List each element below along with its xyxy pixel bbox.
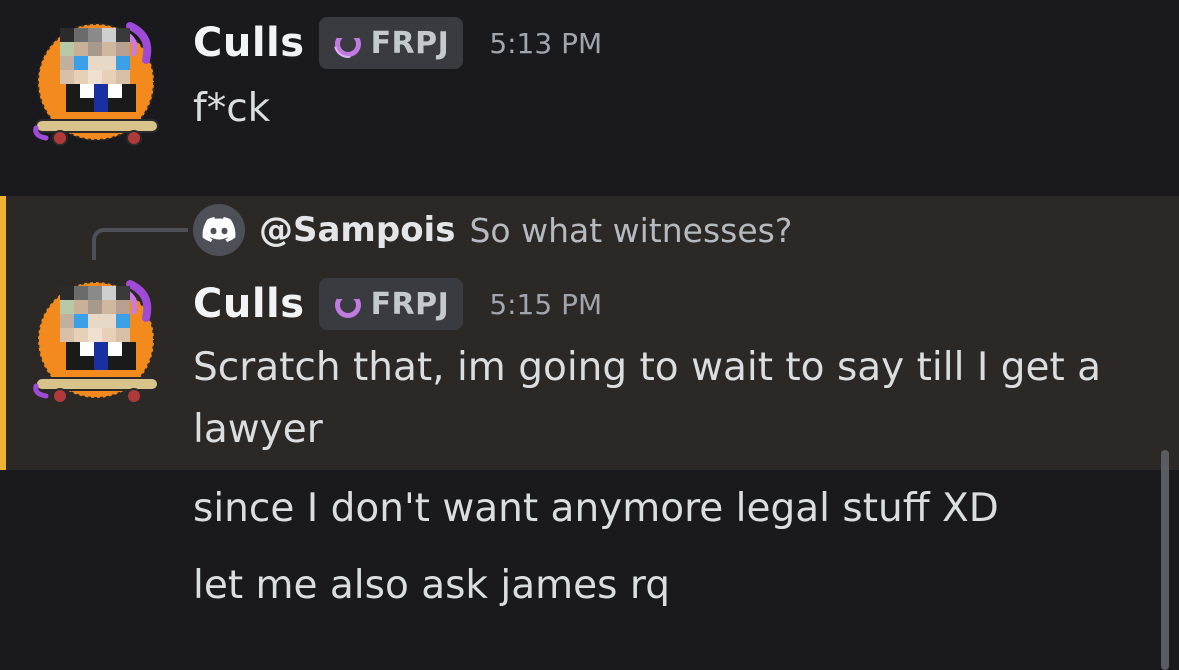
avatar[interactable]: [30, 278, 162, 410]
username[interactable]: Culls: [193, 281, 305, 327]
username[interactable]: Culls: [193, 20, 305, 66]
discord-logo-icon: [193, 204, 245, 256]
timestamp[interactable]: 5:13 PM: [489, 27, 602, 60]
scrollbar[interactable]: [1161, 450, 1169, 670]
reply-preview[interactable]: @Sampois So what witnesses?: [193, 202, 792, 258]
server-tag-label: FRPJ: [370, 286, 450, 322]
message-header: Culls FRPJ 5:15 PM: [193, 276, 602, 332]
reply-connector-line: [92, 228, 188, 260]
avatar[interactable]: [30, 20, 162, 152]
server-tag-label: FRPJ: [370, 25, 450, 61]
moon-icon: [334, 290, 361, 318]
message-group: Culls FRPJ 5:13 PM f*ck: [0, 0, 1179, 196]
mention-highlight-bar: [0, 196, 6, 470]
message-text[interactable]: let me also ask james rq: [193, 555, 1133, 617]
message-text[interactable]: Scratch that, im going to wait to say ti…: [193, 337, 1133, 461]
reply-mention[interactable]: @Sampois: [259, 210, 455, 250]
message-header: Culls FRPJ 5:13 PM: [193, 15, 602, 71]
moon-icon: [333, 29, 362, 58]
server-tag-badge[interactable]: FRPJ: [318, 278, 464, 330]
timestamp[interactable]: 5:15 PM: [489, 288, 602, 321]
server-tag-badge[interactable]: FRPJ: [318, 17, 464, 69]
reply-preview-text[interactable]: So what witnesses?: [469, 211, 792, 250]
message-text[interactable]: f*ck: [193, 78, 1133, 140]
message-text[interactable]: since I don't want anymore legal stuff X…: [193, 478, 1133, 540]
